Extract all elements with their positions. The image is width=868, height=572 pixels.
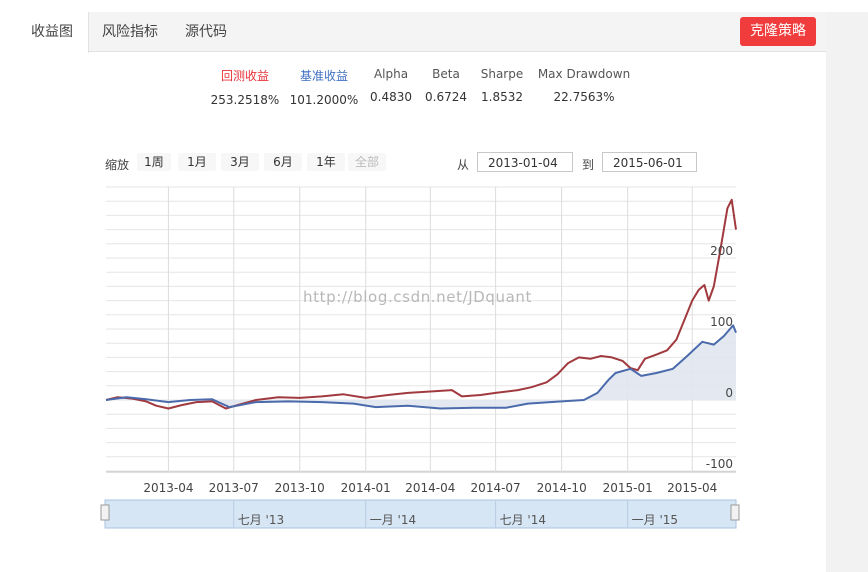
x-tick-label: 2015-04 — [667, 481, 717, 495]
chart-grid — [106, 186, 736, 473]
x-tick-label: 2013-10 — [275, 481, 325, 495]
y-tick-label: -100 — [706, 457, 733, 471]
navigator-right-handle — [730, 504, 740, 521]
navigator-label: 七月 '14 — [500, 513, 546, 527]
y-tick-label: 200 — [710, 244, 733, 258]
navigator-label: 一月 '15 — [632, 513, 678, 527]
x-axis-ticks: 2013-04 2013-07 2013-10 2014-01 2014-04 2014-… — [143, 481, 717, 495]
y-tick-label: 0 — [725, 386, 733, 400]
benchmark-area-fill — [106, 325, 736, 409]
x-tick-label: 2014-04 — [405, 481, 455, 495]
x-tick-label: 2013-07 — [209, 481, 259, 495]
range-navigator[interactable]: 七月 '13 一月 '14 七月 '14 一月 '15 — [100, 499, 740, 529]
navigator-label: 一月 '14 — [370, 513, 416, 527]
y-tick-label: 100 — [710, 315, 733, 329]
x-tick-label: 2014-07 — [471, 481, 521, 495]
navigator-left-handle — [100, 504, 110, 521]
x-tick-label: 2015-01 — [603, 481, 653, 495]
x-tick-label: 2014-10 — [537, 481, 587, 495]
x-tick-label: 2013-04 — [143, 481, 193, 495]
navigator-label: 七月 '13 — [238, 513, 284, 527]
watermark-text: http://blog.csdn.net/JDquant — [303, 288, 532, 306]
returns-chart: http://blog.csdn.net/JDquant 200 100 0 -100… — [100, 186, 740, 529]
x-tick-label: 2014-01 — [341, 481, 391, 495]
benchmark-area — [106, 325, 736, 409]
